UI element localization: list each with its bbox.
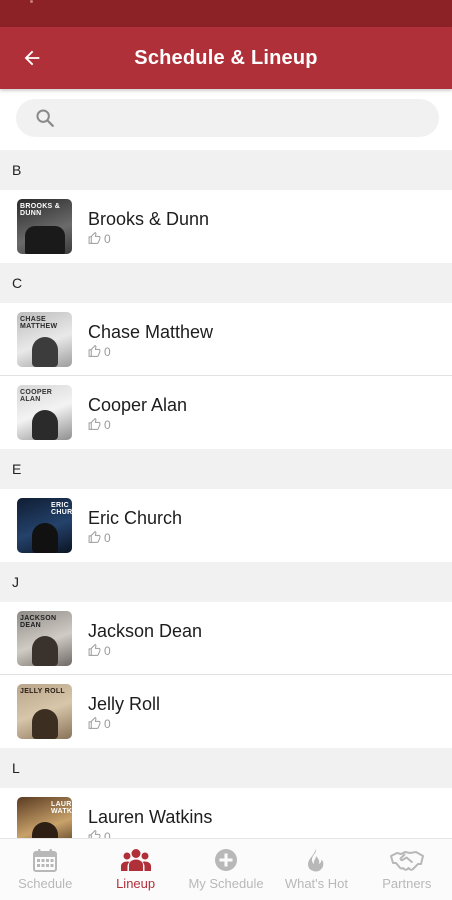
nav-label: Schedule	[18, 876, 73, 891]
like-count-value: 0	[104, 417, 111, 432]
app-bar: Schedule & Lineup	[0, 27, 452, 89]
thumbs-up-icon	[88, 644, 101, 656]
thumbnail-text: LAUREN WATKINS	[51, 801, 72, 815]
nav-lineup[interactable]: Lineup	[90, 839, 180, 900]
like-count-value: 0	[104, 530, 111, 545]
thumbnail-text: BROOKS & DUNN	[20, 203, 61, 217]
artist-row-jackson-dean[interactable]: JACKSON DEAN Jackson Dean 0	[0, 602, 452, 675]
thumbnail-text: COOPER ALAN	[20, 389, 53, 403]
like-count-value: 0	[104, 231, 111, 246]
search-icon	[36, 109, 54, 127]
calendar-icon	[33, 849, 58, 872]
like-count[interactable]: 0	[88, 829, 212, 839]
artist-thumbnail: ERIC CHURCH	[17, 498, 72, 553]
nav-partners[interactable]: Partners	[362, 839, 452, 900]
like-count[interactable]: 0	[88, 418, 187, 432]
artist-row-brooks-dunn[interactable]: BROOKS & DUNN Brooks & Dunn 0	[0, 190, 452, 263]
thumbs-up-icon	[88, 345, 101, 357]
artist-photo	[31, 709, 58, 739]
arrow-left-icon	[24, 50, 40, 66]
artist-photo	[31, 822, 58, 838]
status-indicator-dot	[30, 0, 33, 3]
like-count-value: 0	[104, 829, 111, 839]
like-count[interactable]: 0	[88, 531, 182, 545]
artist-name: Lauren Watkins	[88, 806, 213, 827]
artist-photo	[24, 226, 65, 254]
back-button[interactable]	[14, 40, 50, 76]
search-input[interactable]	[66, 109, 426, 127]
thumbs-up-icon	[88, 418, 101, 430]
artist-photo	[31, 410, 58, 440]
like-count[interactable]: 0	[88, 717, 160, 731]
artist-thumbnail: COOPER ALAN	[17, 385, 72, 440]
nav-label: Lineup	[116, 876, 156, 891]
status-bar	[0, 0, 452, 27]
artist-row-chase-matthew[interactable]: CHASE MATTHEW Chase Matthew 0	[0, 303, 452, 376]
artist-thumbnail: LAUREN WATKINS	[17, 797, 72, 838]
artist-photo	[31, 636, 58, 666]
artist-thumbnail: JELLY ROLL	[17, 684, 72, 739]
like-count[interactable]: 0	[88, 644, 202, 658]
thumbnail-text: JELLY ROLL	[20, 688, 66, 695]
artist-thumbnail: JACKSON DEAN	[17, 611, 72, 666]
flame-icon	[308, 849, 324, 872]
artist-name: Jelly Roll	[88, 693, 161, 714]
nav-label: Partners	[382, 876, 432, 891]
artist-name: Cooper Alan	[88, 394, 188, 415]
plus-circle-icon	[215, 849, 238, 871]
thumbs-up-icon	[88, 830, 101, 838]
thumbs-up-icon	[88, 232, 101, 244]
people-icon	[120, 849, 151, 871]
like-count-value: 0	[104, 643, 111, 658]
nav-label: My Schedule	[188, 876, 264, 891]
section-header-c: C	[0, 263, 452, 303]
section-header-b: B	[0, 150, 452, 190]
artist-name: Brooks & Dunn	[88, 208, 210, 229]
artist-row-lauren-watkins[interactable]: LAUREN WATKINS Lauren Watkins 0	[0, 788, 452, 838]
page-title: Schedule & Lineup	[134, 46, 318, 69]
search-box[interactable]	[16, 99, 439, 137]
thumbnail-text: JACKSON DEAN	[20, 615, 57, 629]
artist-photo	[31, 337, 58, 367]
artist-row-eric-church[interactable]: ERIC CHURCH Eric Church 0	[0, 489, 452, 562]
search-bar	[0, 89, 452, 151]
artist-name: Chase Matthew	[88, 321, 214, 342]
thumbnail-text: CHASE MATTHEW	[20, 316, 58, 330]
nav-whats-hot[interactable]: What's Hot	[271, 839, 361, 900]
bottom-navigation: Schedule Lineup My Schedule What's Hot P…	[0, 838, 452, 900]
section-header-e: E	[0, 449, 452, 489]
artist-thumbnail: CHASE MATTHEW	[17, 312, 72, 367]
section-header-l: L	[0, 748, 452, 788]
artist-row-jelly-roll[interactable]: JELLY ROLL Jelly Roll 0	[0, 675, 452, 748]
artist-thumbnail: BROOKS & DUNN	[17, 199, 72, 254]
nav-my-schedule[interactable]: My Schedule	[181, 839, 271, 900]
artist-row-cooper-alan[interactable]: COOPER ALAN Cooper Alan 0	[0, 376, 452, 449]
artist-list[interactable]: B BROOKS & DUNN Brooks & Dunn 0 C CHASE …	[0, 150, 452, 838]
nav-schedule[interactable]: Schedule	[0, 839, 90, 900]
artist-name: Eric Church	[88, 507, 183, 528]
section-header-j: J	[0, 562, 452, 602]
thumbs-up-icon	[88, 531, 101, 543]
like-count[interactable]: 0	[88, 232, 209, 246]
like-count-value: 0	[104, 716, 111, 731]
like-count-value: 0	[104, 344, 111, 359]
thumbs-up-icon	[88, 717, 101, 729]
handshake-icon	[389, 851, 424, 871]
artist-name: Jackson Dean	[88, 620, 203, 641]
artist-photo	[31, 523, 58, 553]
nav-label: What's Hot	[284, 876, 348, 891]
like-count[interactable]: 0	[88, 345, 213, 359]
thumbnail-text: ERIC CHURCH	[51, 502, 72, 516]
